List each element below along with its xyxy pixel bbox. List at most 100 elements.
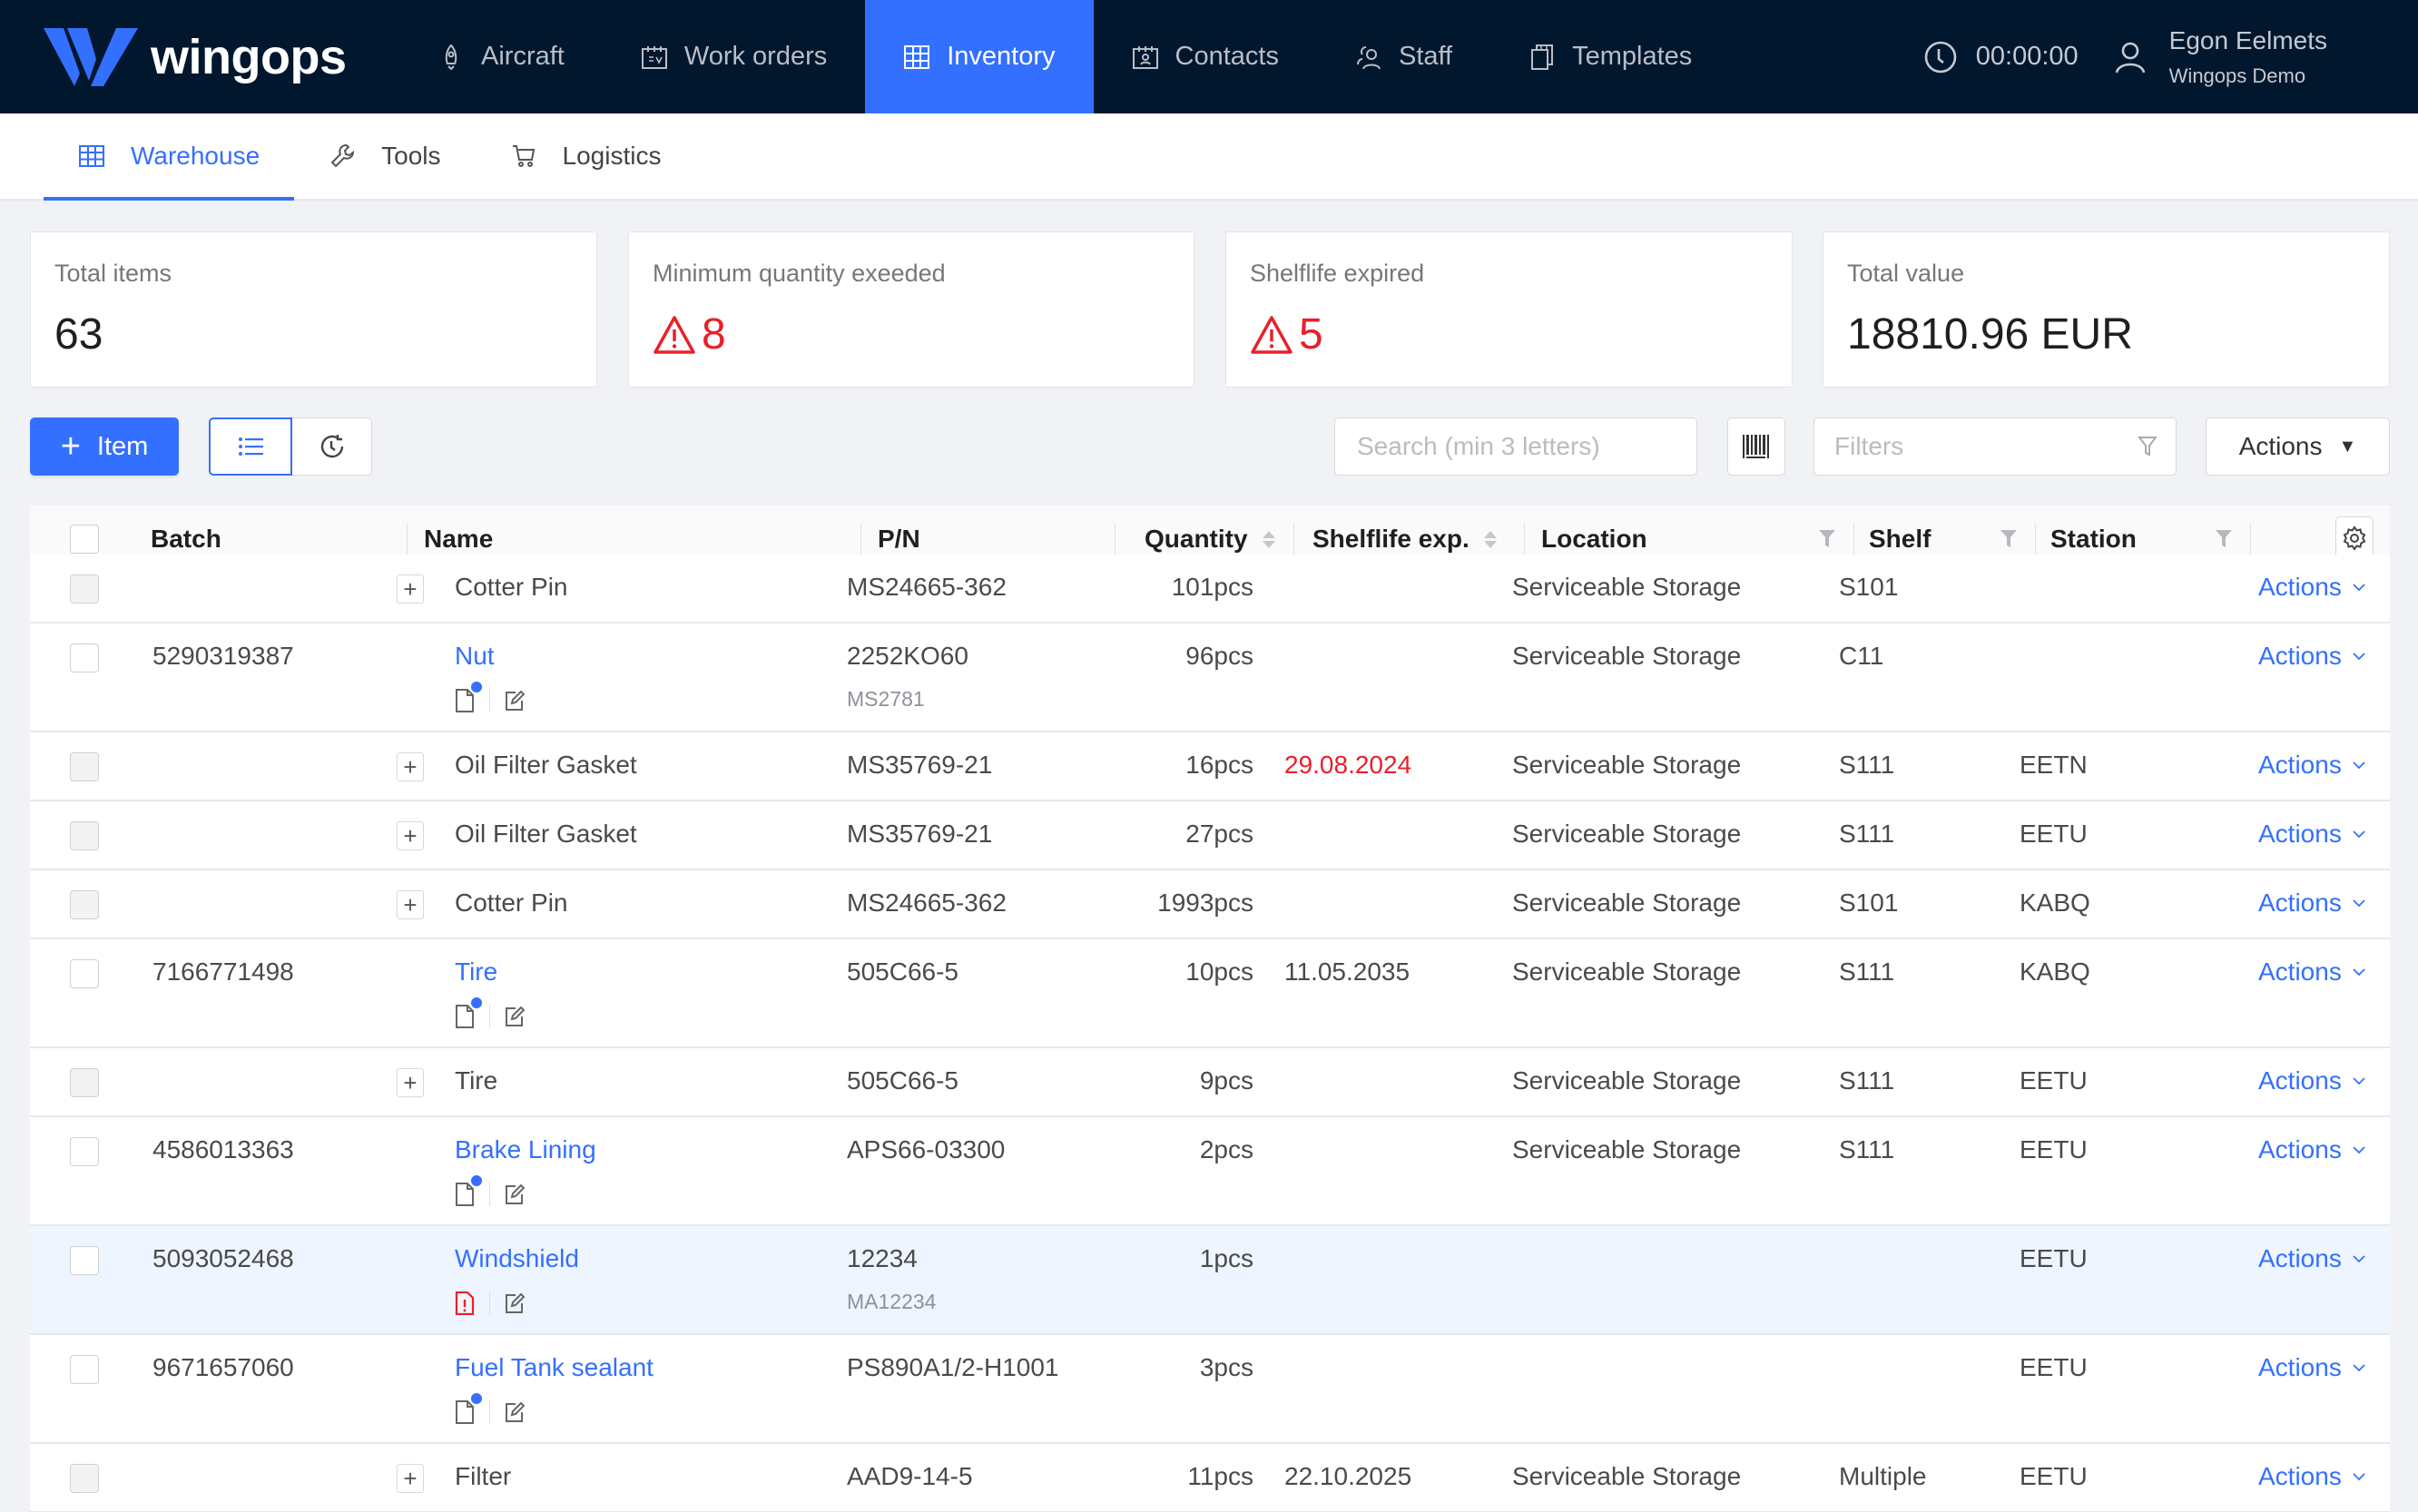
- sort-icon[interactable]: [1483, 530, 1497, 548]
- row-actions-dropdown[interactable]: Actions: [2258, 642, 2365, 671]
- row-actions-label: Actions: [2258, 1462, 2342, 1490]
- edit-icon[interactable]: [505, 1183, 525, 1205]
- table-row[interactable]: + Cotter Pin MS24665-362 1993pcs Serviceable…: [30, 870, 2390, 939]
- column-filter-icon[interactable]: [2215, 529, 2233, 549]
- stat-card-shelflife-expired[interactable]: Shelflife expired 5: [1225, 231, 1793, 388]
- work-timer[interactable]: 00:00:00: [1923, 40, 2079, 74]
- brand-logo[interactable]: wingops: [0, 0, 399, 113]
- expand-row-button[interactable]: +: [397, 574, 424, 604]
- warning-icon: [654, 315, 695, 354]
- quantity-cell: 9pcs: [1199, 1066, 1253, 1095]
- row-actions-label: Actions: [2258, 820, 2342, 848]
- row-actions-dropdown[interactable]: Actions: [2258, 1066, 2365, 1095]
- row-checkbox[interactable]: [70, 821, 99, 850]
- row-checkbox[interactable]: [70, 1068, 99, 1097]
- table-row[interactable]: 7166771498 Tire 505C66-5 10pcs 11.05.2035 Se…: [30, 939, 2390, 1048]
- stat-card-total-value: Total value 18810.96 EUR: [1823, 231, 2390, 388]
- station-cell: EETU: [2020, 820, 2088, 848]
- nav-item-work-orders[interactable]: Work orders: [603, 0, 865, 113]
- nav-item-inventory[interactable]: Inventory: [865, 0, 1094, 113]
- barcode-scan-button[interactable]: [1727, 417, 1785, 476]
- tab-tools[interactable]: Tools: [294, 113, 475, 199]
- expand-row-button[interactable]: +: [397, 821, 424, 850]
- table-row[interactable]: + Oil Filter Gasket MS35769-21 16pcs 29.08.2…: [30, 732, 2390, 801]
- nav-item-templates[interactable]: Templates: [1490, 0, 1730, 113]
- row-checkbox[interactable]: [70, 959, 99, 988]
- history-view-button[interactable]: [292, 417, 372, 476]
- item-name-link[interactable]: Tire: [455, 957, 497, 987]
- shelf-cell: Multiple: [1839, 1462, 1927, 1490]
- document-icon[interactable]: [455, 997, 482, 1028]
- tab-logistics[interactable]: Logistics: [476, 113, 696, 199]
- filters-select[interactable]: Filters: [1814, 417, 2177, 476]
- table-row[interactable]: + Cotter Pin MS24665-362 101pcs Serviceable …: [30, 555, 2390, 623]
- document-icon[interactable]: [455, 682, 482, 712]
- quantity-cell: 1993pcs: [1157, 889, 1253, 917]
- list-view-button[interactable]: [209, 417, 292, 476]
- search-input[interactable]: [1357, 432, 1685, 461]
- edit-icon[interactable]: [505, 690, 525, 712]
- document-icon[interactable]: [455, 1175, 482, 1206]
- batch-cell: 5093052468: [152, 1244, 294, 1272]
- column-filter-icon[interactable]: [2000, 529, 2018, 549]
- nav-item-contacts[interactable]: Contacts: [1094, 0, 1317, 113]
- tab-warehouse[interactable]: Warehouse: [44, 113, 295, 201]
- missing-document-icon[interactable]: [455, 1291, 475, 1316]
- edit-icon[interactable]: [505, 1006, 525, 1027]
- list-icon: [239, 437, 263, 456]
- row-checkbox[interactable]: [70, 1464, 99, 1493]
- expand-row-button[interactable]: +: [397, 890, 424, 919]
- bulk-actions-button[interactable]: Actions ▼: [2206, 417, 2390, 476]
- users-icon: [1355, 44, 1382, 71]
- expand-row-button[interactable]: +: [397, 752, 424, 781]
- edit-icon[interactable]: [505, 1292, 525, 1314]
- row-actions-dropdown[interactable]: Actions: [2258, 1462, 2365, 1491]
- row-checkbox[interactable]: [70, 574, 99, 604]
- item-name-link[interactable]: Brake Lining: [455, 1135, 596, 1164]
- table-row[interactable]: + Filter AAD9-14-5 11pcs 22.10.2025 Serviceab…: [30, 1444, 2390, 1512]
- row-actions-dropdown[interactable]: Actions: [2258, 820, 2365, 849]
- nav-item-staff[interactable]: Staff: [1317, 0, 1490, 113]
- table-row[interactable]: 5290319387 Nut 2252KO60 MS2781 96pcs Service…: [30, 623, 2390, 732]
- expand-row-button[interactable]: +: [397, 1068, 424, 1097]
- quantity-cell: 16pcs: [1185, 751, 1253, 779]
- quantity-cell: 27pcs: [1185, 820, 1253, 848]
- row-actions-dropdown[interactable]: Actions: [2258, 1353, 2365, 1382]
- row-checkbox[interactable]: [70, 643, 99, 673]
- stat-value: 63: [54, 309, 573, 359]
- row-actions-dropdown[interactable]: Actions: [2258, 957, 2365, 987]
- row-checkbox[interactable]: [70, 752, 99, 781]
- table-row[interactable]: 9671657060 Fuel Tank sealant PS890A1/2-H1…: [30, 1335, 2390, 1444]
- row-checkbox[interactable]: [70, 1246, 99, 1275]
- row-actions-dropdown[interactable]: Actions: [2258, 889, 2365, 918]
- nav-label: Templates: [1572, 42, 1693, 71]
- stat-card-min-quantity[interactable]: Minimum quantity exeeded 8: [628, 231, 1194, 388]
- table-row[interactable]: + Tire 505C66-5 9pcs Serviceable Storage S111…: [30, 1048, 2390, 1117]
- row-actions-dropdown[interactable]: Actions: [2258, 751, 2365, 780]
- edit-icon[interactable]: [505, 1401, 525, 1423]
- table-row[interactable]: 4586013363 Brake Lining APS66-03300 2pcs Se…: [30, 1117, 2390, 1226]
- search-field[interactable]: [1334, 417, 1697, 476]
- nav-item-aircraft[interactable]: Aircraft: [399, 0, 603, 113]
- item-name-link[interactable]: Fuel Tank sealant: [455, 1353, 654, 1382]
- row-checkbox[interactable]: [70, 1137, 99, 1166]
- item-name-link[interactable]: Nut: [455, 642, 495, 671]
- wingops-logo-icon: [44, 27, 138, 86]
- table-row[interactable]: + Oil Filter Gasket MS35769-21 27pcs Service…: [30, 801, 2390, 870]
- column-filter-icon[interactable]: [1818, 529, 1836, 549]
- table-row[interactable]: 5093052468 Windshield 12234 MA12234 1pcs EET…: [30, 1226, 2390, 1335]
- row-checkbox[interactable]: [70, 890, 99, 919]
- row-actions-dropdown[interactable]: Actions: [2258, 1244, 2365, 1273]
- tab-label: Logistics: [562, 142, 662, 170]
- row-actions-dropdown[interactable]: Actions: [2258, 573, 2365, 602]
- row-checkbox[interactable]: [70, 1355, 99, 1384]
- document-icon[interactable]: [455, 1393, 482, 1424]
- add-item-button[interactable]: + Item: [30, 417, 179, 476]
- expand-row-button[interactable]: +: [397, 1464, 424, 1493]
- select-all-checkbox[interactable]: [70, 525, 99, 554]
- item-name-link[interactable]: Windshield: [455, 1244, 579, 1273]
- row-actions-dropdown[interactable]: Actions: [2258, 1135, 2365, 1164]
- sort-icon[interactable]: [1262, 530, 1275, 548]
- user-menu[interactable]: Egon Eelmets Wingops Demo: [2115, 26, 2327, 88]
- table-settings-button[interactable]: [2335, 516, 2374, 560]
